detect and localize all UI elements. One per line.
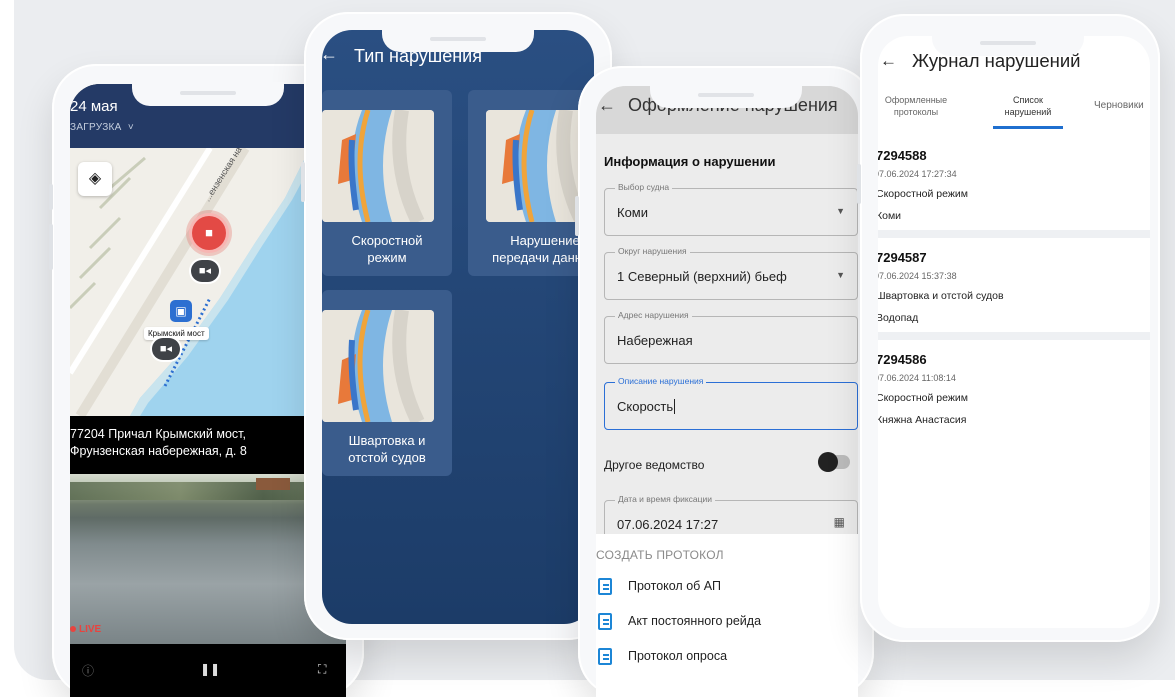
violation-form-screen: ← Оформление нарушения Информация о нару… bbox=[596, 86, 858, 697]
phone-notch bbox=[382, 28, 534, 52]
camera-icon[interactable]: ■◂ bbox=[152, 338, 180, 360]
option-label: Протокол об АП bbox=[628, 579, 721, 593]
video-building bbox=[256, 478, 290, 490]
record-type: Скоростной режим bbox=[878, 188, 968, 200]
pause-icon[interactable]: ❚❚ bbox=[200, 662, 220, 676]
tile-illustration bbox=[322, 110, 434, 222]
back-arrow-icon[interactable]: ← bbox=[598, 95, 616, 116]
address-field[interactable]: Адрес нарушения Набережная bbox=[604, 310, 858, 364]
field-value: Скорость bbox=[617, 399, 676, 414]
record-number: 7294588 bbox=[878, 148, 927, 163]
tab-violations[interactable]: Список нарушений bbox=[988, 94, 1068, 118]
record-datetime: 07.06.2024 17:27:34 bbox=[878, 169, 957, 179]
protocol-option[interactable]: Акт постоянного рейда bbox=[596, 605, 858, 639]
field-label: Выбор судна bbox=[615, 182, 673, 192]
field-value: Коми bbox=[617, 205, 649, 220]
tile-label: передачи данных bbox=[492, 250, 594, 265]
clipboard-icon bbox=[598, 648, 612, 665]
phone-side-button bbox=[857, 164, 861, 204]
divider bbox=[878, 332, 1150, 340]
field-label: Округ нарушения bbox=[615, 246, 690, 256]
record-type: Скоростной режим bbox=[878, 392, 968, 404]
tab-drafts[interactable]: Черновики bbox=[1094, 100, 1150, 112]
phone-notch bbox=[650, 84, 802, 108]
sheet-title: СОЗДАТЬ ПРОТОКОЛ bbox=[596, 548, 724, 562]
record-ship: Коми bbox=[878, 210, 902, 222]
divider bbox=[878, 230, 1150, 238]
create-protocol-sheet: СОЗДАТЬ ПРОТОКОЛ Протокол об АП Акт пост… bbox=[596, 534, 858, 697]
protocol-option[interactable]: Протокол опроса bbox=[596, 640, 858, 674]
status-label: ЗАГРУЗКА ˅ bbox=[70, 122, 134, 133]
video-controls: ⓘ ❚❚ ⛶ bbox=[70, 644, 346, 697]
live-badge: LIVE bbox=[70, 624, 101, 635]
record-ship: Водопад bbox=[878, 312, 919, 324]
violation-tile[interactable]: Скоростной режим bbox=[322, 90, 452, 276]
chevron-down-icon: ▼ bbox=[836, 206, 845, 216]
violation-tile[interactable]: Швартовка и отстой судов bbox=[322, 290, 452, 476]
other-agency-toggle[interactable] bbox=[818, 452, 850, 472]
layers-icon[interactable]: ◈ bbox=[78, 162, 112, 196]
record-datetime: 07.06.2024 11:08:14 bbox=[878, 373, 956, 383]
description-field[interactable]: Описание нарушения Скорость bbox=[604, 376, 858, 430]
record-type: Швартовка и отстой судов bbox=[878, 290, 1004, 302]
calendar-icon[interactable]: ▦ bbox=[834, 515, 845, 529]
tile-label: режим bbox=[367, 250, 407, 265]
phone-violation-journal: ← Журнал нарушений Оформленные протоколы … bbox=[857, 14, 1160, 642]
violation-record[interactable]: 7294586 07.06.2024 11:08:14 Скоростной р… bbox=[878, 340, 1150, 434]
phone-side-button bbox=[301, 162, 305, 202]
tile-label: отстой судов bbox=[348, 450, 426, 465]
fullscreen-icon[interactable]: ⛶ bbox=[318, 662, 326, 677]
field-label: Адрес нарушения bbox=[615, 310, 692, 320]
phone-notch bbox=[932, 32, 1084, 56]
tile-illustration bbox=[322, 310, 434, 422]
protocol-option[interactable]: Протокол об АП bbox=[596, 570, 858, 604]
chevron-down-icon: ▼ bbox=[836, 270, 845, 280]
record-ship: Княжна Анастасия bbox=[878, 414, 967, 426]
record-number: 7294586 bbox=[878, 352, 927, 367]
tab-protocols[interactable]: Оформленные протоколы bbox=[878, 94, 958, 118]
back-arrow-icon[interactable]: ← bbox=[322, 44, 338, 65]
clipboard-icon bbox=[598, 613, 612, 630]
field-value: Набережная bbox=[617, 333, 693, 348]
bus-stop-icon[interactable]: ▣ bbox=[170, 300, 192, 322]
district-select[interactable]: Округ нарушения 1 Северный (верхний) бье… bbox=[604, 246, 858, 300]
violation-record[interactable]: 7294587 07.06.2024 15:37:38 Швартовка и … bbox=[878, 238, 1150, 332]
toggle-label: Другое ведомство bbox=[604, 458, 705, 472]
violation-tile[interactable]: Нарушение передачи данных bbox=[468, 90, 594, 276]
phone-violation-type: ← Тип нарушения Скоростной режим Нарушен… bbox=[301, 12, 615, 640]
clipboard-icon bbox=[598, 578, 612, 595]
camera-icon[interactable]: ■ bbox=[192, 216, 226, 250]
field-value: 07.06.2024 17:27 bbox=[617, 517, 719, 532]
section-title: Информация о нарушении bbox=[604, 154, 776, 169]
back-arrow-icon[interactable]: ← bbox=[880, 51, 897, 71]
violation-journal-screen: ← Журнал нарушений Оформленные протоколы … bbox=[878, 36, 1150, 628]
record-datetime: 07.06.2024 15:37:38 bbox=[878, 271, 957, 281]
date-label: 24 мая bbox=[70, 98, 118, 115]
option-label: Протокол опроса bbox=[628, 649, 728, 663]
field-label: Дата и время фиксации bbox=[615, 494, 715, 504]
active-tab-indicator bbox=[993, 126, 1063, 129]
info-icon[interactable]: ⓘ bbox=[82, 662, 94, 679]
field-label: Описание нарушения bbox=[615, 376, 707, 386]
violation-record[interactable]: 7294588 07.06.2024 17:27:34 Скоростной р… bbox=[878, 136, 1150, 230]
tile-label: Скоростной bbox=[351, 233, 423, 248]
map-label: Крымский мост bbox=[144, 327, 209, 340]
phone-violation-form: ← Оформление нарушения Информация о нару… bbox=[575, 66, 877, 697]
field-value: 1 Северный (верхний) бьеф bbox=[617, 269, 787, 284]
violation-type-screen: ← Тип нарушения Скоростной режим Нарушен… bbox=[322, 30, 594, 624]
phone-side-button bbox=[49, 224, 53, 270]
tile-label: Швартовка и bbox=[348, 433, 426, 448]
option-label: Акт постоянного рейда bbox=[628, 614, 762, 628]
ship-select[interactable]: Выбор судна Коми ▼ bbox=[604, 182, 858, 236]
camera-icon[interactable]: ■◂ bbox=[191, 260, 219, 282]
phone-notch bbox=[132, 82, 284, 106]
record-number: 7294587 bbox=[878, 250, 927, 265]
phone-side-button bbox=[49, 184, 53, 210]
phone-side-button bbox=[575, 196, 579, 236]
